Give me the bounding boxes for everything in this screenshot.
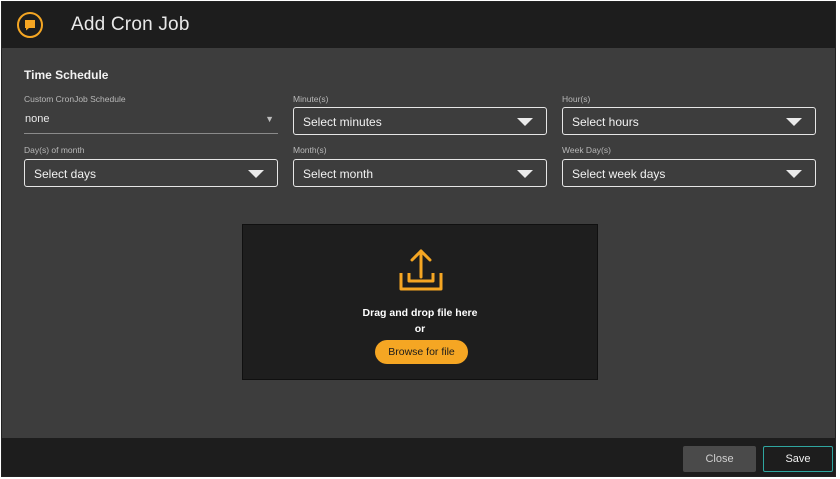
chat-bubble-icon (17, 12, 43, 38)
weekdays-value: Select week days (572, 167, 666, 181)
dropdown-caret-icon (248, 170, 264, 178)
browse-file-button[interactable]: Browse for file (375, 340, 468, 364)
hours-label: Hour(s) (562, 94, 591, 104)
section-title: Time Schedule (24, 68, 109, 82)
add-cron-job-dialog: Add Cron Job Time Schedule Custom CronJo… (1, 1, 836, 477)
dropdown-caret-icon (517, 118, 533, 126)
dialog-header: Add Cron Job (2, 2, 835, 48)
chat-bubble-glyph (25, 20, 35, 31)
dropdown-caret-icon (786, 118, 802, 126)
custom-schedule-label: Custom CronJob Schedule (24, 94, 126, 104)
months-value: Select month (303, 167, 374, 181)
hours-value: Select hours (572, 115, 639, 129)
dropdown-caret-icon: ▼ (265, 114, 274, 124)
months-select[interactable]: Select month (293, 159, 547, 187)
hours-select[interactable]: Select hours (562, 107, 816, 135)
minutes-select[interactable]: Select minutes (293, 107, 547, 135)
minutes-label: Minute(s) (293, 94, 329, 104)
or-separator: or (414, 323, 426, 335)
custom-schedule-value: none (25, 113, 50, 125)
upload-tray-icon (399, 249, 443, 291)
minutes-value: Select minutes (303, 115, 382, 129)
custom-schedule-select[interactable]: none ▼ (24, 108, 278, 134)
close-button[interactable]: Close (683, 446, 756, 472)
dialog-footer: Close Save (2, 438, 835, 476)
weekdays-select[interactable]: Select week days (562, 159, 816, 187)
dropdown-caret-icon (517, 170, 533, 178)
dropdown-caret-icon (786, 170, 802, 178)
drop-instruction: Drag and drop file here (362, 307, 478, 319)
months-label: Month(s) (293, 145, 327, 155)
days-value: Select days (34, 167, 97, 181)
days-label: Day(s) of month (24, 145, 85, 155)
file-drop-zone[interactable]: Drag and drop file here or Browse for fi… (242, 224, 598, 380)
dialog-title: Add Cron Job (71, 14, 190, 35)
days-select[interactable]: Select days (24, 159, 278, 187)
weekdays-label: Week Day(s) (562, 145, 611, 155)
save-button[interactable]: Save (763, 446, 833, 472)
